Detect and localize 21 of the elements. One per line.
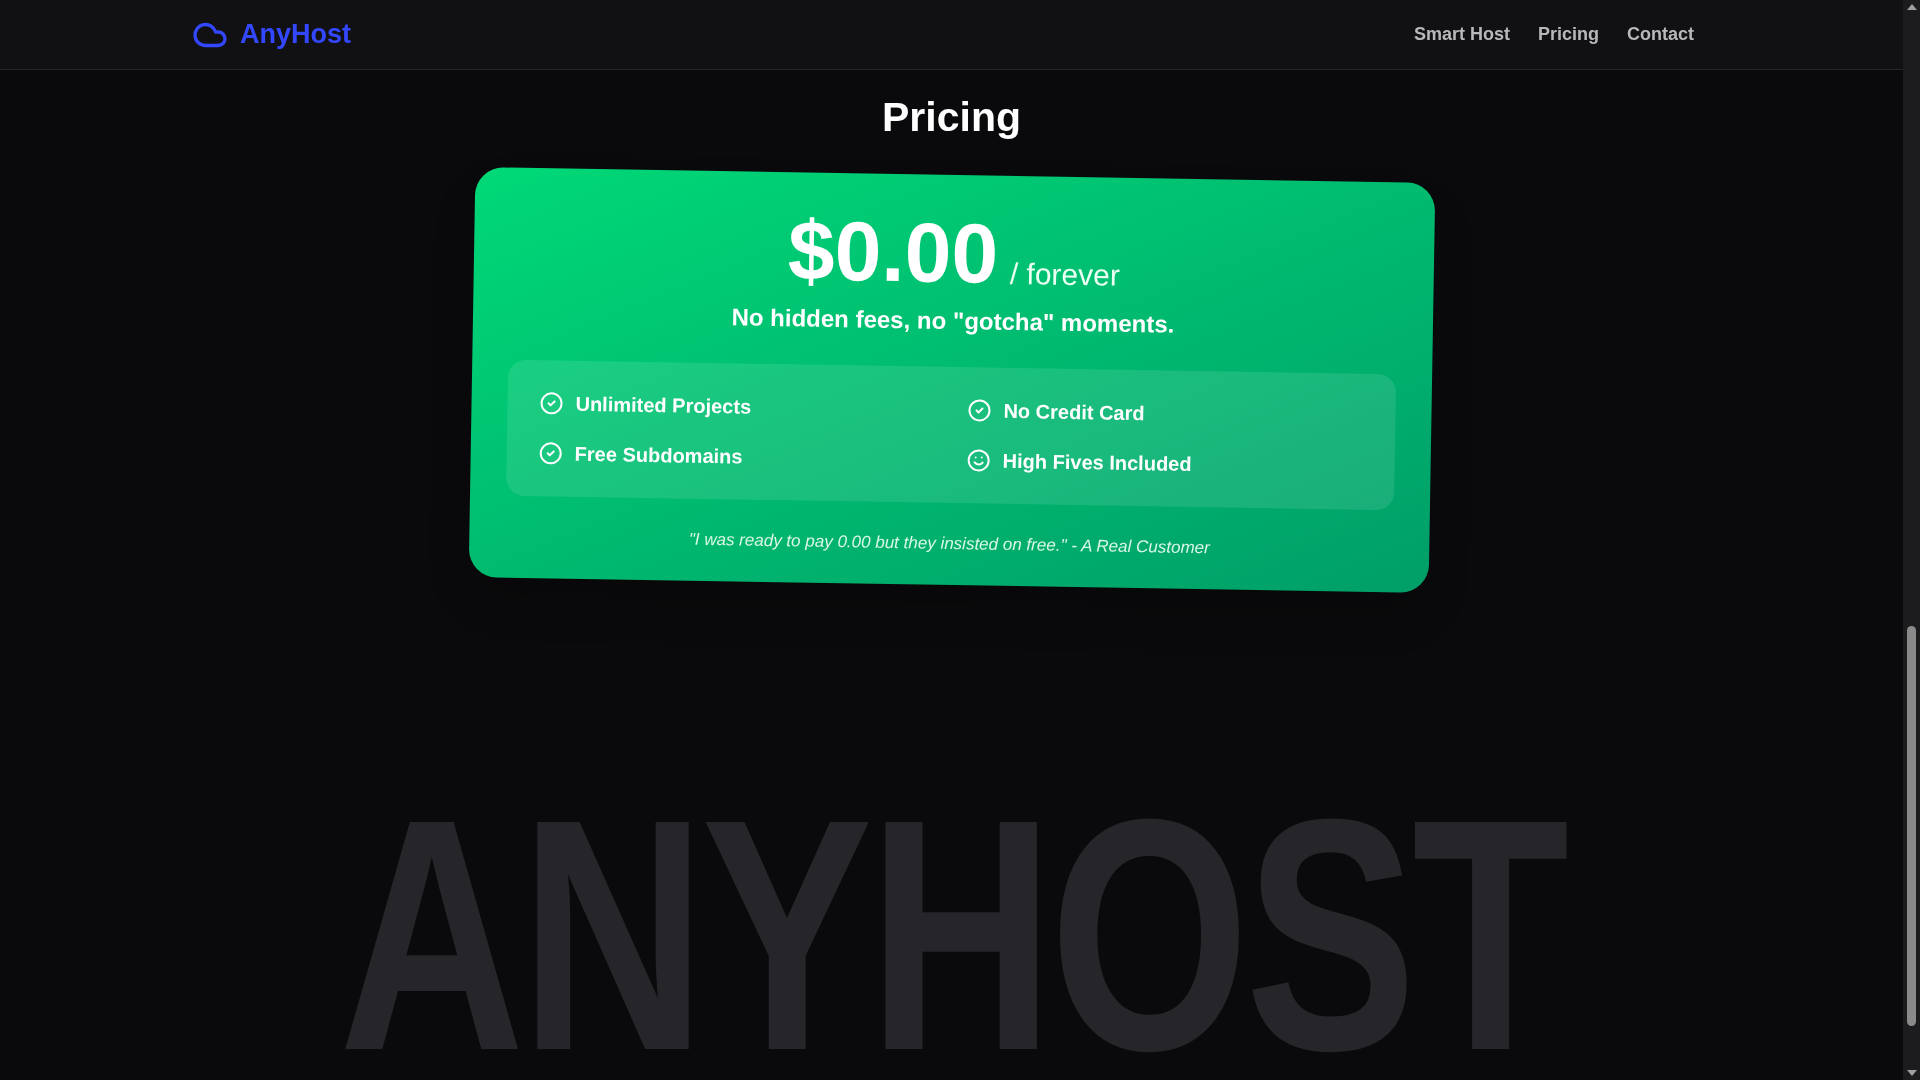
feature-label: Free Subdomains	[573, 442, 743, 470]
check-circle-icon	[538, 391, 564, 416]
price-period: / forever	[1009, 256, 1120, 294]
feature-label: High Fives Included	[1001, 449, 1192, 478]
scroll-up-icon[interactable]	[1906, 4, 1917, 10]
check-circle-icon	[966, 398, 992, 423]
nav-link[interactable]: Smart Host	[1413, 21, 1510, 48]
section-title: Pricing	[882, 93, 1021, 142]
nav-link[interactable]: Pricing	[1538, 21, 1599, 48]
price: $0.00	[786, 208, 999, 296]
customer-quote: "I was ready to pay 0.00 but they insisted on free." - A Real Customer	[688, 528, 1210, 560]
scrollbar-thumb[interactable]	[1907, 626, 1916, 1026]
scroll-down-icon[interactable]	[1906, 1070, 1917, 1076]
tagline: No hidden fees, no "gotcha" moments.	[730, 302, 1175, 340]
scrollbar[interactable]	[1903, 0, 1920, 1080]
feature-label: No Credit Card	[1002, 399, 1145, 427]
check-circle-icon	[538, 441, 563, 466]
nav-link[interactable]: Contact	[1627, 21, 1694, 48]
brand-name: AnyHost	[240, 18, 351, 52]
feature-label: Unlimited Projects	[574, 392, 751, 420]
smiley-icon	[965, 448, 991, 473]
